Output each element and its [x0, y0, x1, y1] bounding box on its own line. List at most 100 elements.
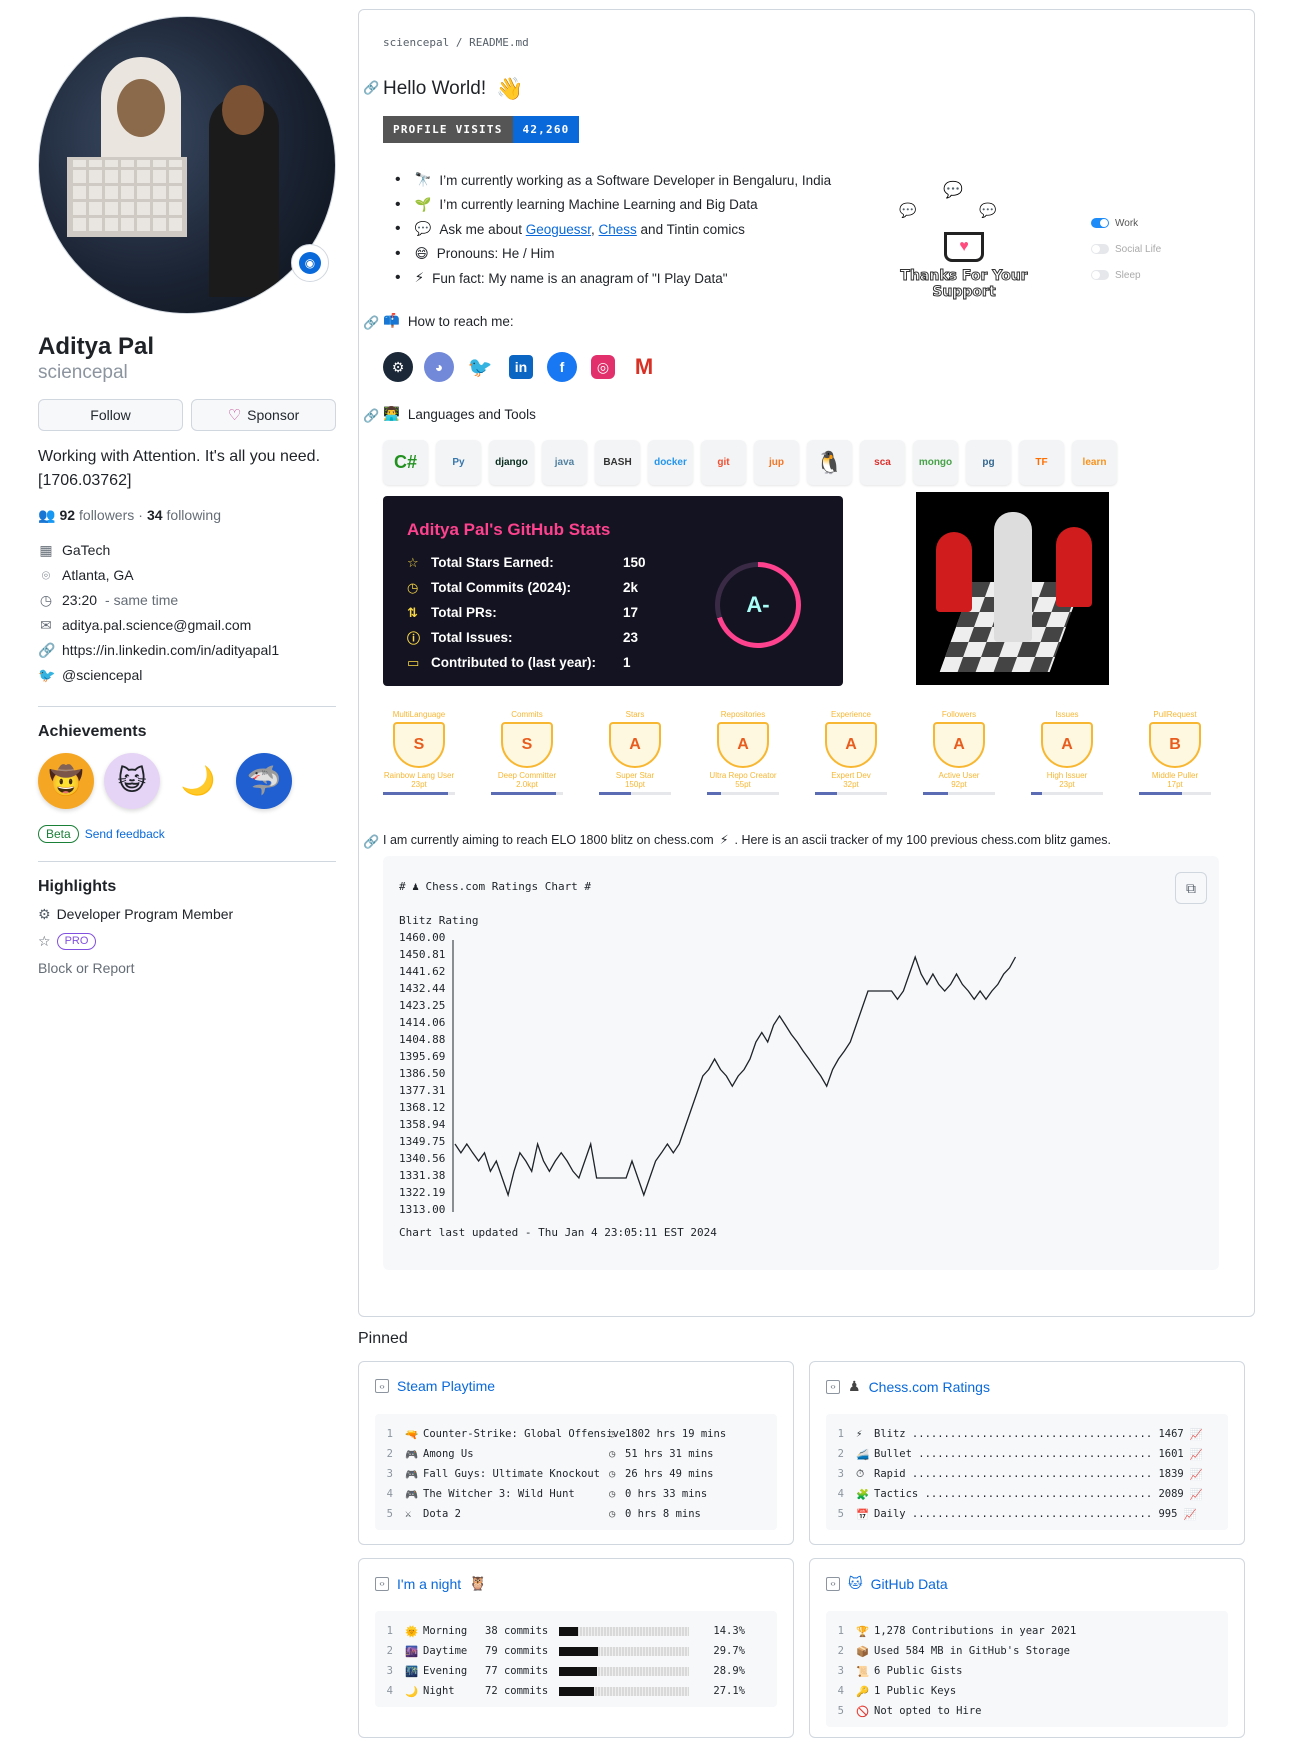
status-badge[interactable]: ◉ — [291, 244, 329, 282]
stat-text: 1,278 Contributions in year 2021 — [874, 1625, 1077, 1637]
toggle-social-life[interactable]: Social Life — [1091, 236, 1161, 262]
anchor-link-icon[interactable]: 🔗 — [363, 834, 379, 850]
social-icons: ⚙ ◕ 🐦 in f ◎ M — [383, 352, 659, 382]
thanks-graphic: 💬 💬 💬 ♥ Thanks For Your Support — [899, 180, 1049, 320]
trophy-cup-icon: A — [609, 722, 661, 768]
time-of-day-icon: 🌆 — [405, 1645, 419, 1658]
readme-path-user[interactable]: sciencepal — [383, 36, 449, 49]
anchor-link-icon[interactable]: 🔗 — [363, 80, 379, 96]
pinned-card-header: ‹› I'm a night 🦉 — [375, 1575, 487, 1592]
time-suffix: - same time — [105, 592, 179, 609]
seedling-icon: 🌱 — [414, 196, 432, 212]
mongodb-icon[interactable]: mongo — [913, 440, 958, 485]
followers-count[interactable]: 92 — [59, 507, 75, 523]
readme-path-file[interactable]: README.md — [469, 36, 529, 49]
pinned-card-github-data[interactable]: ‹› 🐱 GitHub Data 1 🏆 1,278 Contributions in … — [809, 1558, 1245, 1738]
jupyter-icon[interactable]: jup — [754, 440, 799, 485]
location-icon: ⌾ — [41, 566, 51, 583]
linkedin-link[interactable]: https://in.linkedin.com/in/adityapal1 — [62, 642, 279, 658]
toggle-label: Sleep — [1115, 269, 1141, 281]
line-number: 2 — [386, 1448, 393, 1460]
pinned-title-link[interactable]: Chess.com Ratings — [869, 1379, 990, 1395]
trophy-progress-fill — [1031, 792, 1042, 795]
people-icon: 👥 — [38, 506, 56, 523]
pinned-title-link[interactable]: I'm a night — [397, 1576, 461, 1592]
badge-value: 42,260 — [512, 116, 580, 143]
block-report-link[interactable]: Block or Report — [38, 960, 336, 976]
send-feedback-link[interactable]: Send feedback — [85, 827, 165, 841]
pinned-card-steam[interactable]: ‹› Steam Playtime 1 🔫 Counter-Strike: Globa… — [358, 1361, 794, 1545]
pinned-card-night[interactable]: ‹› I'm a night 🦉 1 🌞 Morning 38 commits 14.3% 2… — [358, 1558, 794, 1738]
rating-line: Daily ..................................… — [874, 1508, 1178, 1520]
status-icon: ◉ — [299, 252, 321, 274]
trophy-cup-icon: A — [717, 722, 769, 768]
postgresql-icon[interactable]: pg — [966, 440, 1011, 485]
achievement-starstruck-icon[interactable]: 🌙 — [170, 752, 226, 809]
y-tick-label: 1423.25 — [399, 999, 446, 1012]
following-count[interactable]: 34 — [147, 507, 163, 523]
achievement-cowboy-icon[interactable]: 🤠 — [38, 752, 94, 809]
developer-program-label[interactable]: Developer Program Member — [57, 906, 234, 922]
linkedin-icon[interactable]: in — [509, 355, 533, 379]
email-link[interactable]: aditya.pal.science@gmail.com — [62, 617, 251, 633]
line-number: 4 — [837, 1685, 844, 1697]
tensorflow-icon[interactable]: TF — [1019, 440, 1064, 485]
twitter-icon[interactable]: 🐦 — [465, 352, 495, 382]
discord-icon[interactable]: ◕ — [424, 352, 454, 382]
trophy-cup-icon: A — [933, 722, 985, 768]
y-tick-label: 1395.69 — [399, 1050, 446, 1063]
python-icon[interactable]: Py — [436, 440, 481, 485]
anchor-link-icon[interactable]: 🔗 — [363, 315, 379, 331]
time-of-day-icon: 🌃 — [405, 1665, 419, 1678]
line-number: 3 — [386, 1468, 393, 1480]
toggle-work[interactable]: Work — [1091, 210, 1161, 236]
coffee-cup-icon: ♥ — [944, 232, 984, 262]
django-icon[interactable]: django — [489, 440, 534, 485]
line-number: 5 — [837, 1705, 844, 1717]
linux-icon[interactable]: 🐧 — [807, 440, 852, 485]
divider — [38, 860, 336, 862]
commit-percent: 28.9% — [713, 1665, 745, 1677]
copy-button[interactable]: ⧉ — [1175, 872, 1207, 904]
git-icon[interactable]: git — [701, 440, 746, 485]
achievements-title[interactable]: Achievements — [38, 723, 336, 741]
twitter-link[interactable]: @sciencepal — [62, 667, 142, 683]
sponsor-button[interactable]: ♡ Sponsor — [191, 398, 336, 431]
line-number: 4 — [386, 1488, 393, 1500]
scikit-learn-icon[interactable]: learn — [1072, 440, 1117, 485]
technologist-icon: 👨‍💻 — [383, 406, 400, 421]
followers-label[interactable]: followers — [79, 507, 134, 523]
gmail-icon[interactable]: M — [629, 352, 659, 382]
trophy-rank: S — [413, 736, 425, 753]
bullet-text-pre: Ask me about — [439, 221, 526, 237]
anchor-link-icon[interactable]: 🔗 — [363, 408, 379, 424]
csharp-icon[interactable]: C# — [383, 440, 428, 485]
y-tick-label: 1414.06 — [399, 1016, 446, 1029]
follow-button[interactable]: Follow — [38, 398, 183, 431]
pinned-title-link[interactable]: GitHub Data — [871, 1576, 948, 1592]
achievement-pull-shark-icon[interactable]: 😺 — [104, 752, 160, 809]
stats-row: ◷ Total Commits (2024): 2k — [407, 575, 638, 600]
pinned-card-chess[interactable]: ‹› ♟ Chess.com Ratings 1 ⚡ Blitz ...........… — [809, 1361, 1245, 1545]
pinned-title-link[interactable]: Steam Playtime — [397, 1378, 495, 1394]
geoguessr-link[interactable]: Geoguessr — [526, 222, 591, 237]
trophy-title: Commits — [511, 710, 543, 719]
java-icon[interactable]: java — [542, 440, 587, 485]
following-label[interactable]: following — [167, 507, 221, 523]
stats-value: 150 — [623, 555, 646, 570]
code-line: 5 ⚔ Dota 2 ◷ 0 hrs 8 mins — [375, 1504, 777, 1524]
star-icon: ☆ — [38, 932, 51, 949]
facebook-icon[interactable]: f — [547, 352, 577, 382]
stats-value: 23 — [623, 630, 639, 645]
achievement-shark-icon[interactable]: 🦈 — [236, 752, 292, 809]
bash-icon[interactable]: BASH — [595, 440, 640, 485]
steam-icon[interactable]: ⚙ — [383, 352, 413, 382]
chess-link[interactable]: Chess — [599, 222, 637, 237]
lightning-icon: ⚡ — [414, 270, 425, 286]
chart-up-icon: 📈 — [1189, 1448, 1203, 1461]
pinned-card-header: ‹› Steam Playtime — [375, 1378, 495, 1394]
toggle-sleep[interactable]: Sleep — [1091, 262, 1161, 288]
instagram-icon[interactable]: ◎ — [591, 355, 615, 379]
docker-icon[interactable]: docker — [648, 440, 693, 485]
scala-icon[interactable]: sca — [860, 440, 905, 485]
